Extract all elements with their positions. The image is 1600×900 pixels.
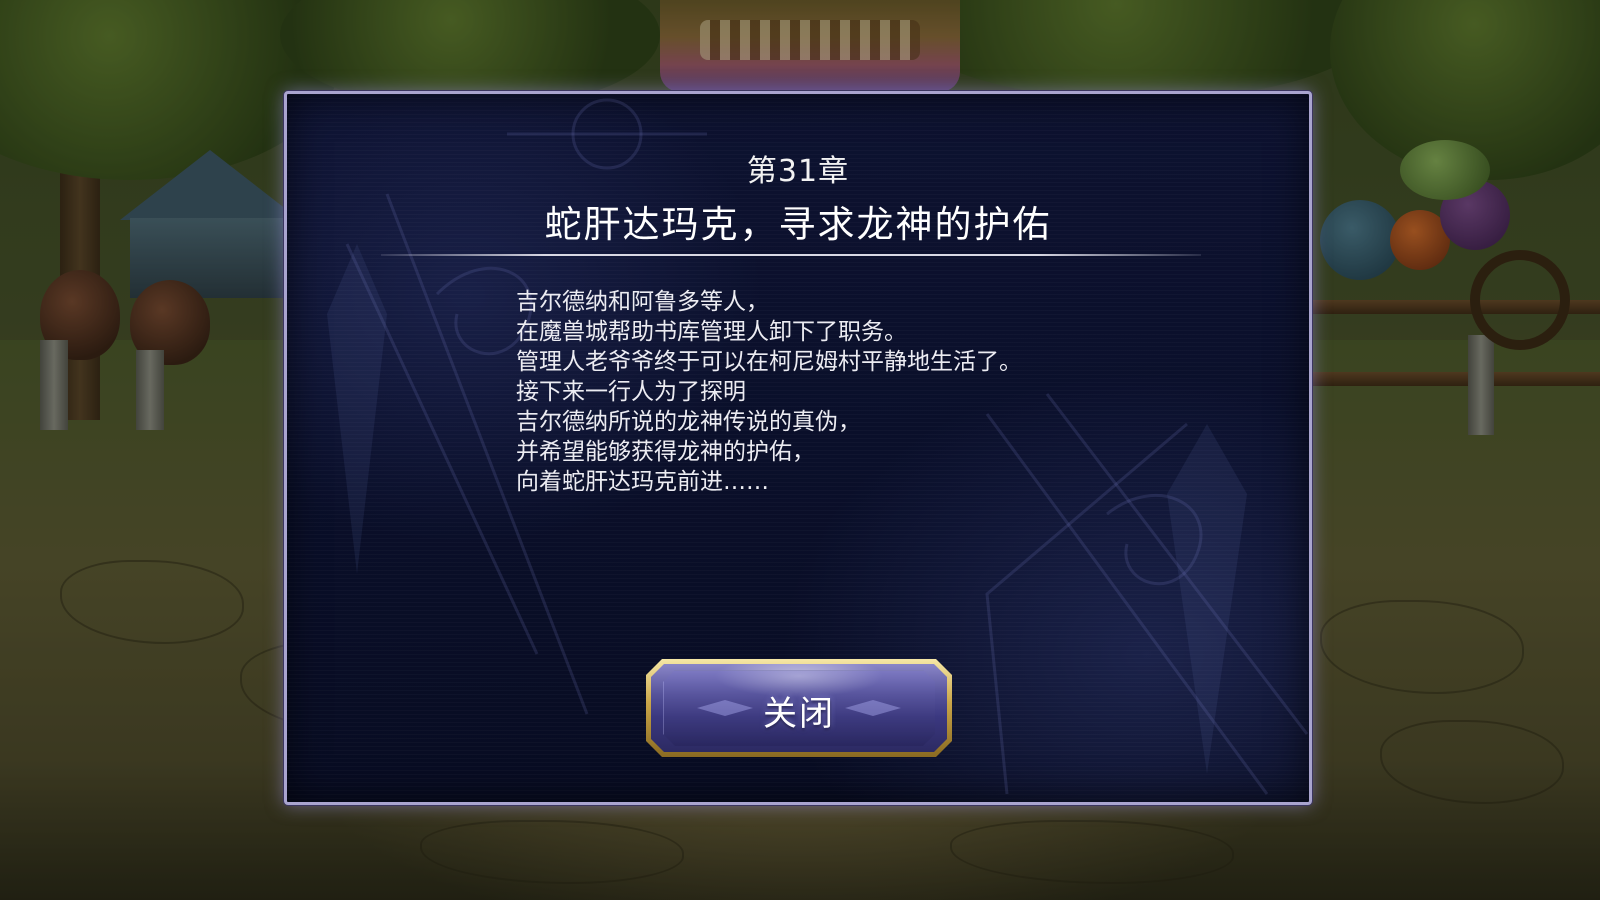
title-divider [381, 254, 1201, 256]
chapter-title: 蛇肝达玛克，寻求龙神的护佑 [544, 203, 1052, 246]
synopsis-line: 并希望能够获得龙神的护佑， [516, 439, 815, 465]
close-button[interactable]: 关闭 [646, 659, 952, 757]
chapter-dialog: 第31章 蛇肝达玛克，寻求龙神的护佑 吉尔德纳和阿鲁多等人， 在魔兽城帮助书库管… [284, 91, 1312, 805]
synopsis-line: 向着蛇肝达玛克前进…… [516, 469, 769, 495]
synopsis-line: 在魔兽城帮助书库管理人卸下了职务。 [516, 319, 907, 345]
chapter-synopsis: 吉尔德纳和阿鲁多等人， 在魔兽城帮助书库管理人卸下了职务。 管理人老爷爷终于可以… [516, 287, 1216, 497]
synopsis-line: 管理人老爷爷终于可以在柯尼姆村平静地生活了。 [516, 349, 1022, 375]
synopsis-line: 吉尔德纳和阿鲁多等人， [516, 289, 769, 315]
close-button-label: 关闭 [763, 694, 835, 734]
close-button-face: 关闭 [651, 664, 947, 752]
synopsis-line: 吉尔德纳所说的龙神传说的真伪， [516, 409, 861, 435]
chapter-number: 第31章 [746, 154, 850, 189]
synopsis-line: 接下来一行人为了探明 [516, 379, 746, 405]
